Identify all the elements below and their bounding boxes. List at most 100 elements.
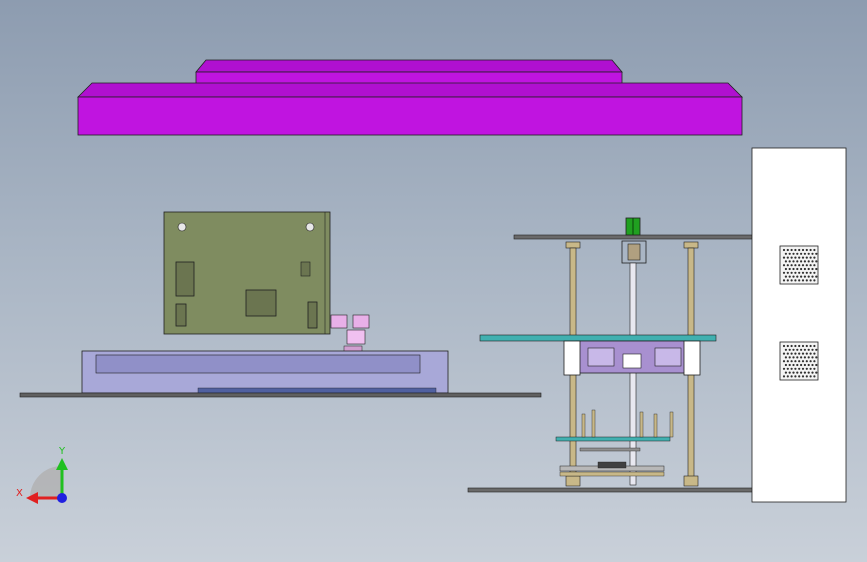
vent-hole bbox=[790, 271, 793, 274]
top-plate[interactable] bbox=[513, 234, 753, 240]
vent-hole bbox=[782, 248, 786, 252]
vent-hole bbox=[788, 252, 791, 255]
vent-hole bbox=[815, 348, 818, 351]
vent-hole bbox=[800, 356, 803, 359]
magenta-upper-step-top bbox=[195, 59, 623, 73]
vent-hole bbox=[809, 352, 812, 355]
vent-hole bbox=[801, 279, 805, 282]
vent-hole bbox=[798, 248, 801, 252]
vent-hole bbox=[803, 252, 807, 255]
vent-hole bbox=[803, 348, 807, 351]
vent-hole bbox=[784, 252, 788, 255]
vent-hole bbox=[786, 256, 789, 259]
vent-hole bbox=[784, 363, 788, 367]
vent-hole bbox=[794, 360, 797, 363]
vent-hole bbox=[790, 256, 793, 259]
vent-hole bbox=[800, 267, 803, 271]
vent-hole bbox=[784, 275, 788, 278]
bottom-plate[interactable] bbox=[467, 487, 755, 493]
vent-hole bbox=[809, 271, 812, 274]
vent-hole bbox=[811, 371, 814, 374]
vent-hole bbox=[790, 264, 793, 267]
vent-hole bbox=[788, 275, 791, 278]
vent-hole bbox=[813, 367, 816, 370]
vent-hole bbox=[801, 271, 805, 274]
y-axis-label: Y bbox=[58, 446, 66, 457]
vent-hole bbox=[792, 267, 795, 271]
vent-hole bbox=[801, 344, 805, 348]
carriage-bracket[interactable] bbox=[563, 340, 701, 376]
vent-hole bbox=[807, 356, 810, 359]
left-baseplate[interactable] bbox=[19, 392, 542, 398]
y-arrowhead bbox=[56, 458, 68, 470]
vent-hole bbox=[796, 252, 799, 255]
vent-hole bbox=[813, 279, 816, 282]
left-assembly[interactable] bbox=[19, 211, 542, 398]
vent-hole bbox=[805, 248, 808, 252]
vent-hole bbox=[790, 344, 793, 348]
vent-hole bbox=[796, 363, 799, 367]
vent-hole bbox=[782, 264, 786, 267]
vent-hole bbox=[813, 248, 816, 252]
vent-hole bbox=[809, 344, 812, 348]
vent-hole bbox=[798, 375, 801, 378]
vent-hole bbox=[784, 348, 788, 351]
vent-hole bbox=[794, 367, 797, 370]
pcb-connector bbox=[175, 261, 195, 297]
vent-hole bbox=[798, 360, 801, 363]
vent-hole bbox=[800, 348, 803, 351]
cad-graphics-viewport[interactable]: Y X bbox=[0, 0, 867, 562]
vent-hole bbox=[782, 271, 786, 274]
vent-hole bbox=[788, 356, 791, 359]
z-axis-dot bbox=[57, 493, 67, 503]
teal-plate[interactable] bbox=[479, 334, 717, 342]
vent-hole bbox=[788, 371, 791, 374]
vent-hole bbox=[801, 248, 805, 252]
cabinet-panel[interactable] bbox=[751, 147, 847, 503]
vent-hole bbox=[813, 344, 816, 348]
vent-hole bbox=[813, 360, 816, 363]
vent-hole bbox=[792, 348, 795, 351]
vent-hole bbox=[809, 248, 812, 252]
vent-hole bbox=[807, 275, 810, 278]
vent-hole bbox=[796, 348, 799, 351]
vent-hole bbox=[784, 267, 788, 271]
vent-hole bbox=[798, 264, 801, 267]
vent-hole bbox=[788, 348, 791, 351]
vent-hole bbox=[798, 271, 801, 274]
pcb-connector bbox=[175, 303, 187, 327]
vent-hole bbox=[811, 260, 814, 263]
vent-hole bbox=[786, 360, 789, 363]
vent-hole bbox=[796, 371, 799, 374]
vent-hole bbox=[798, 279, 801, 282]
vent-hole bbox=[813, 264, 816, 267]
magenta-top-part[interactable] bbox=[77, 59, 743, 136]
vent-hole bbox=[796, 260, 799, 263]
vent-hole bbox=[792, 260, 795, 263]
triad-plane bbox=[30, 466, 62, 498]
vent-hole bbox=[805, 367, 808, 370]
vent-hole bbox=[811, 267, 814, 271]
vent-hole bbox=[800, 363, 803, 367]
vent-hole bbox=[800, 252, 803, 255]
base-housing[interactable] bbox=[81, 350, 449, 394]
pcb-board[interactable] bbox=[163, 211, 331, 335]
vent-hole bbox=[794, 256, 797, 259]
magenta-main-top bbox=[77, 82, 743, 98]
vent-hole bbox=[782, 375, 786, 378]
lift-assembly[interactable] bbox=[467, 217, 755, 493]
pcb-mount-hole bbox=[177, 222, 187, 232]
vent-hole bbox=[790, 360, 793, 363]
vent-hole bbox=[794, 271, 797, 274]
vent-hole bbox=[815, 267, 818, 271]
pcb-chip bbox=[245, 289, 277, 317]
vent-hole bbox=[801, 264, 805, 267]
vent-hole bbox=[813, 352, 816, 355]
vent-hole bbox=[788, 260, 791, 263]
vent-hole bbox=[782, 279, 786, 282]
vent-hole bbox=[798, 256, 801, 259]
vent-hole bbox=[786, 271, 789, 274]
vent-hole bbox=[807, 363, 810, 367]
vent-hole bbox=[790, 375, 793, 378]
pcb-connector bbox=[307, 301, 318, 329]
